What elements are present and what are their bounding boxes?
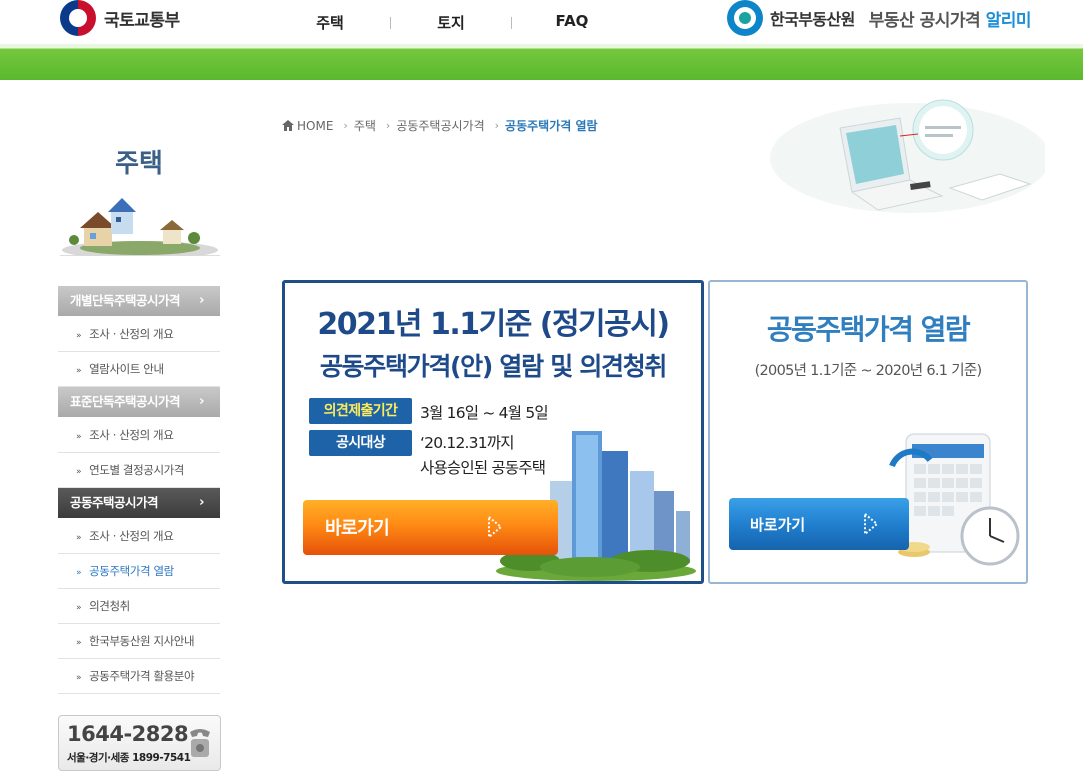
card-subtitle-viewing: 공동주택가격(안) 열람 및 의견청취 bbox=[319, 352, 668, 381]
call-center-number: 1644-2828 bbox=[67, 722, 189, 746]
bullet-icon: » bbox=[76, 331, 82, 341]
lnb-cat-label: 공동주택공시가격 bbox=[70, 495, 159, 510]
lnb-cat-individual-detached[interactable]: 개별단독주택공시가격 › bbox=[58, 286, 220, 316]
sidebar-title: 주택 bbox=[115, 149, 163, 179]
breadcrumb-home[interactable]: HOME bbox=[297, 119, 333, 133]
lnb-item-branch-guide[interactable]: » 한국부동산원 지사안내 bbox=[58, 624, 220, 659]
taegeuk-emblem-icon bbox=[60, 0, 96, 36]
gnb-land[interactable]: 토지 bbox=[391, 12, 511, 33]
green-banner-band bbox=[0, 44, 1083, 80]
card-title-apartment-viewing: 공동주택가격 열람 bbox=[766, 313, 971, 346]
lnb-cat-apartment[interactable]: 공동주택공시가격 › bbox=[58, 488, 220, 518]
service-name: 부동산 공시가격 알리미 bbox=[868, 6, 1032, 31]
local-nav: 개별단독주택공시가격 › » 조사 · 산정의 개요 » 열람사이트 안내 표준단독… bbox=[58, 286, 220, 694]
reb-emblem-icon bbox=[727, 0, 763, 36]
lnb-cat-standard-detached[interactable]: 표준단독주택공시가격 › bbox=[58, 387, 220, 417]
arrow-cursor-icon bbox=[488, 515, 503, 539]
regional-phone-number: 서울·경기·세종 1899-7541 bbox=[67, 752, 191, 764]
arrow-cursor-icon bbox=[864, 512, 879, 536]
bullet-icon: » bbox=[76, 467, 82, 477]
service-name-text: 부동산 공시가격 bbox=[868, 10, 981, 31]
card-title-notice: 2021년 1.1기준 (정기공시) bbox=[317, 307, 670, 342]
houses-illustration bbox=[60, 190, 220, 259]
bullet-icon: » bbox=[76, 673, 82, 683]
gnb-faq[interactable]: FAQ bbox=[512, 12, 632, 33]
molit-logo[interactable]: 국토교통부 bbox=[60, 0, 180, 36]
lnb-item-label: 공동주택가격 열람 bbox=[89, 564, 174, 578]
site-header: 국토교통부 주택 토지 FAQ 한국부동산원 부동산 공시가격 알리미 bbox=[0, 0, 1083, 44]
bullet-icon: » bbox=[76, 638, 82, 648]
bullet-icon: » bbox=[76, 432, 82, 442]
apartment-price-viewing-card: 공동주택가격 열람 (2005년 1.1기준 ~ 2020년 6.1 기준) 바… bbox=[708, 280, 1028, 584]
lnb-item-label: 조사 · 산정의 개요 bbox=[89, 529, 174, 543]
lnb-item-label: 의견청취 bbox=[89, 599, 130, 613]
card-subtitle-period: (2005년 1.1기준 ~ 2020년 6.1 기준) bbox=[754, 363, 983, 379]
reb-name: 한국부동산원 bbox=[770, 10, 855, 29]
lnb-item-label: 연도별 결정공시가격 bbox=[89, 463, 184, 477]
breadcrumb-housing[interactable]: 주택 bbox=[354, 117, 376, 134]
chevron-right-icon: › bbox=[199, 293, 204, 308]
gnb-housing[interactable]: 주택 bbox=[270, 12, 390, 33]
lnb-item-price-usage[interactable]: » 공동주택가격 활용분야 bbox=[58, 659, 220, 694]
lnb-item-label: 조사 · 산정의 개요 bbox=[89, 428, 174, 442]
regular-notice-card: 2021년 1.1기준 (정기공시) 공동주택가격(안) 열람 및 의견청취 의… bbox=[282, 280, 704, 584]
lnb-item-viewing-site-guide[interactable]: » 열람사이트 안내 bbox=[58, 352, 220, 387]
reb-logo[interactable]: 한국부동산원 부동산 공시가격 알리미 bbox=[727, 0, 1031, 36]
laptop-illustration bbox=[760, 88, 1050, 218]
breadcrumb-current: 공동주택가격 열람 bbox=[505, 119, 598, 133]
bullet-icon: » bbox=[76, 533, 82, 543]
badge-notice-target: 공시대상 bbox=[309, 430, 412, 456]
badge-opinion-period: 의견제출기간 bbox=[309, 398, 412, 424]
breadcrumb-separator: › bbox=[385, 119, 391, 132]
lnb-item-yearly-prices[interactable]: » 연도별 결정공시가격 bbox=[58, 453, 220, 488]
bullet-icon: » bbox=[76, 603, 82, 613]
bullet-icon: » bbox=[76, 568, 82, 578]
lnb-item-label: 열람사이트 안내 bbox=[89, 362, 164, 376]
lnb-item-individual-overview[interactable]: » 조사 · 산정의 개요 bbox=[58, 317, 220, 352]
bullet-icon: » bbox=[76, 366, 82, 376]
go-button-label: 바로가기 bbox=[325, 518, 390, 539]
lnb-item-standard-overview[interactable]: » 조사 · 산정의 개요 bbox=[58, 418, 220, 453]
breadcrumb-separator: › bbox=[494, 119, 500, 132]
service-name-accent: 알리미 bbox=[985, 10, 1032, 31]
chevron-right-icon: › bbox=[199, 394, 204, 409]
chevron-right-icon: › bbox=[199, 495, 204, 510]
breadcrumb: HOME › 주택 › 공동주택공시가격 › 공동주택가격 열람 bbox=[282, 117, 598, 134]
lnb-item-opinion-hearing[interactable]: » 의견청취 bbox=[58, 589, 220, 624]
lnb-cat-label: 개별단독주택공시가격 bbox=[70, 293, 181, 308]
lnb-item-label: 조사 · 산정의 개요 bbox=[89, 327, 174, 341]
breadcrumb-separator: › bbox=[343, 119, 348, 132]
lnb-item-apartment-overview[interactable]: » 조사 · 산정의 개요 bbox=[58, 519, 220, 554]
gov-name: 국토교통부 bbox=[104, 10, 180, 31]
home-icon bbox=[282, 120, 294, 131]
call-center-box: 1644-2828 서울·경기·세종 1899-7541 bbox=[58, 715, 221, 771]
go-button-viewing[interactable]: 바로가기 bbox=[729, 498, 909, 550]
go-button-notice[interactable]: 바로가기 bbox=[303, 500, 558, 555]
phone-icon bbox=[190, 729, 210, 757]
lnb-cat-label: 표준단독주택공시가격 bbox=[70, 394, 181, 409]
lnb-item-label: 한국부동산원 지사안내 bbox=[89, 634, 195, 648]
opinion-period-dates: 3월 16일 ~ 4월 5일 bbox=[420, 404, 549, 422]
breadcrumb-apartment[interactable]: 공동주택공시가격 bbox=[396, 117, 484, 134]
lnb-item-label: 공동주택가격 활용분야 bbox=[89, 669, 195, 683]
go-button-label: 바로가기 bbox=[750, 516, 806, 534]
lnb-item-apartment-price-viewing[interactable]: » 공동주택가격 열람 bbox=[58, 554, 220, 589]
global-nav: 주택 토지 FAQ bbox=[270, 12, 632, 33]
